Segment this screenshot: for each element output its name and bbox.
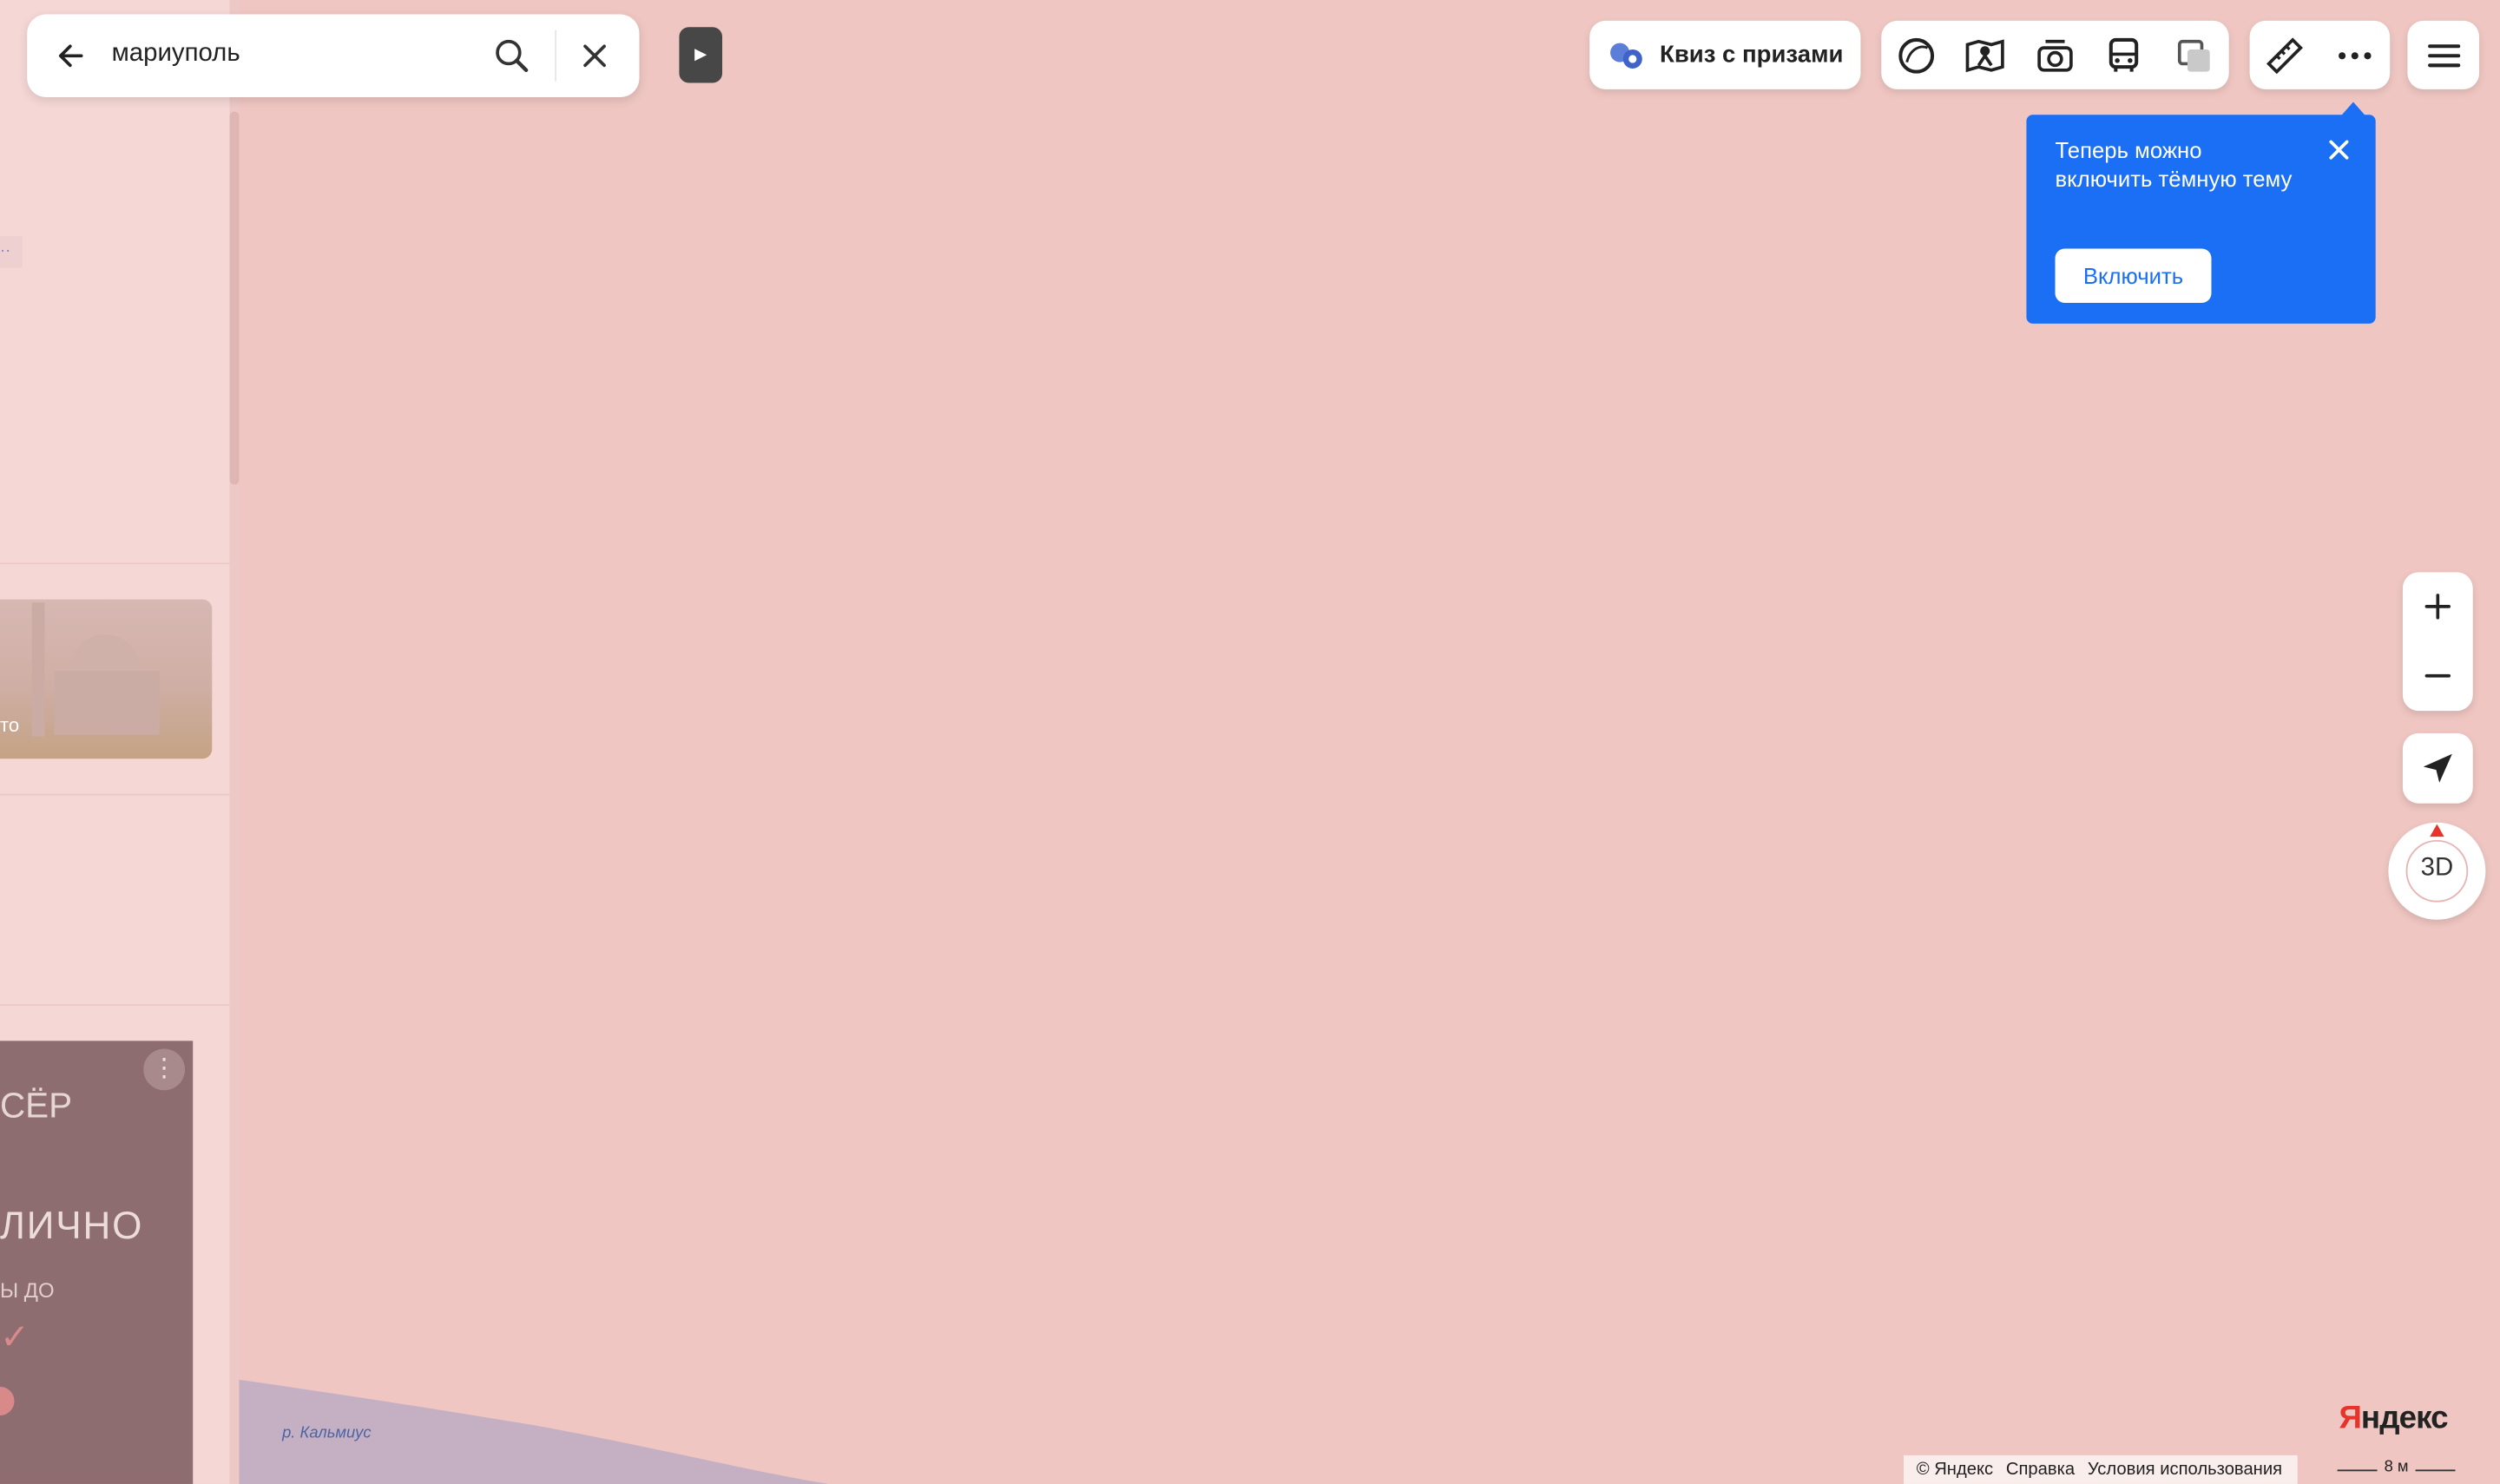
- panorama-icon[interactable]: [1963, 34, 2007, 78]
- brand-logo-initial: Я: [2339, 1401, 2361, 1436]
- ad-logo: СЁР: [0, 1085, 73, 1126]
- brand-logo: Яндекс: [2339, 1401, 2449, 1437]
- zoom-in-button[interactable]: [2403, 572, 2473, 640]
- search-divider: [555, 30, 557, 82]
- alice-icon[interactable]: [1894, 34, 1938, 78]
- quiz-button[interactable]: Квиз с призами: [1589, 20, 1861, 89]
- scale-label: 8 м: [2377, 1458, 2416, 1476]
- panel-divider: [0, 1004, 230, 1006]
- panel-toggle-button[interactable]: ▶: [679, 27, 723, 83]
- menu-button[interactable]: [2407, 20, 2480, 89]
- dark-theme-tooltip: Теперь можно включить тёмную тему Включи…: [2026, 115, 2376, 324]
- compass-north-icon: [2430, 824, 2444, 837]
- enable-dark-theme-button[interactable]: Включить: [2055, 248, 2212, 303]
- clear-search-icon[interactable]: [579, 40, 611, 72]
- minaret-shape: [31, 602, 45, 737]
- tools-toolbar: [2249, 20, 2391, 89]
- layers-toolbar: [1881, 20, 2229, 89]
- ad-subline: Ы ДО: [0, 1278, 55, 1303]
- quiz-icon: [1610, 43, 1642, 69]
- panel-divider: [0, 793, 230, 796]
- river-label: р. Кальмиус: [282, 1425, 372, 1443]
- photo-caption: то: [0, 713, 20, 737]
- tooltip-close-icon[interactable]: [2326, 137, 2352, 162]
- more-icon[interactable]: [2332, 34, 2377, 78]
- panel-divider: [0, 562, 230, 565]
- building-shape: [54, 671, 160, 735]
- camera-icon[interactable]: [2033, 34, 2077, 78]
- checkmark-icon: ✓: [0, 1317, 30, 1357]
- compass-button[interactable]: 3D: [2388, 822, 2486, 920]
- copyright-text: © Яндекс: [1916, 1460, 1994, 1480]
- ad-menu-button[interactable]: ⋮: [143, 1048, 186, 1091]
- panel-scrollbar[interactable]: [229, 111, 240, 485]
- more-chip[interactable]: ··: [0, 235, 23, 268]
- search-box: мариуполь: [27, 14, 640, 98]
- zoom-out-button[interactable]: [2403, 642, 2473, 711]
- map-layers-icon[interactable]: [2172, 34, 2216, 78]
- transit-icon[interactable]: [2102, 34, 2146, 78]
- search-icon[interactable]: [493, 36, 531, 75]
- location-arrow-icon: [2423, 753, 2452, 783]
- zoom-control: [2402, 572, 2473, 712]
- legal-bar: © Яндекс Справка Условия использования: [1904, 1454, 2298, 1484]
- terms-link[interactable]: Условия использования: [2088, 1460, 2282, 1479]
- help-link[interactable]: Справка: [2006, 1460, 2075, 1479]
- search-input[interactable]: мариуполь: [112, 40, 240, 69]
- compass-3d-label: 3D: [2420, 854, 2454, 882]
- tooltip-text: Теперь можно включить тёмную тему: [2055, 136, 2293, 191]
- ruler-icon[interactable]: [2262, 34, 2306, 78]
- quiz-label: Квиз с призами: [1660, 41, 1844, 69]
- brand-logo-rest: ндекс: [2360, 1401, 2449, 1436]
- back-arrow-icon[interactable]: [54, 40, 86, 72]
- map-scale: 8 м: [2337, 1455, 2456, 1484]
- my-location-button[interactable]: [2402, 732, 2473, 804]
- ad-headline: ЛИЧНО: [0, 1205, 144, 1249]
- place-photo[interactable]: то: [0, 599, 213, 759]
- hamburger-icon: [2428, 44, 2461, 68]
